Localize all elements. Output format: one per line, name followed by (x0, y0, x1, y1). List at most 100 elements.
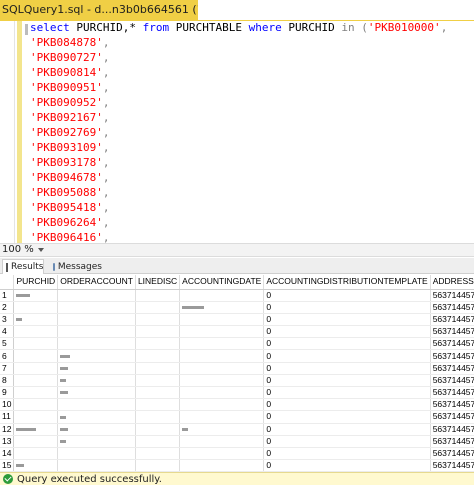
grid-cell-redacted[interactable] (57, 423, 136, 436)
grid-cell[interactable]: 0 (263, 459, 431, 472)
row-number[interactable]: 4 (0, 325, 15, 339)
grid-cell-redacted[interactable] (135, 423, 181, 436)
grid-cell[interactable]: 0 (263, 313, 431, 327)
grid-cell[interactable]: 0 (263, 435, 431, 448)
grid-cell-redacted[interactable] (135, 459, 181, 472)
column-header[interactable]: ACCOUNTINGDATE (179, 275, 265, 290)
grid-cell-redacted[interactable] (179, 386, 265, 400)
grid-cell-redacted[interactable] (179, 349, 265, 363)
grid-cell-redacted[interactable] (57, 398, 136, 412)
row-number[interactable]: 2 (0, 301, 15, 314)
grid-cell-redacted[interactable] (13, 349, 59, 363)
grid-cell-redacted[interactable] (179, 435, 265, 448)
grid-cell-redacted[interactable] (57, 337, 136, 351)
grid-cell-redacted[interactable] (135, 362, 181, 375)
grid-cell-redacted[interactable] (57, 459, 136, 472)
grid-cell[interactable]: 0 (263, 423, 431, 436)
row-number[interactable]: 12 (0, 423, 15, 436)
grid-cell-redacted[interactable] (57, 410, 136, 424)
row-number[interactable]: 15 (0, 459, 15, 472)
column-header[interactable]: ACCOUNTINGDISTRIBUTIONTEMPLATE (263, 275, 431, 290)
column-header[interactable]: LINEDISC (135, 275, 181, 290)
table-row[interactable]: 7 05637144578 (0, 362, 474, 375)
table-row[interactable]: 6 05637144578 (0, 349, 474, 363)
grid-cell-redacted[interactable] (135, 325, 181, 339)
grid-cell-redacted[interactable] (179, 337, 265, 351)
grid-cell-redacted[interactable] (13, 410, 59, 424)
grid-cell-redacted[interactable] (57, 301, 136, 314)
column-header[interactable]: ADDRESSREFRECID (430, 275, 474, 290)
grid-cell-redacted[interactable] (179, 410, 265, 424)
row-number[interactable]: 5 (0, 337, 15, 351)
grid-cell[interactable]: 5637144578 (430, 374, 474, 388)
grid-cell-redacted[interactable] (179, 374, 265, 388)
chevron-down-icon[interactable] (38, 248, 44, 252)
table-row[interactable]: 10 05637144578 (0, 398, 474, 412)
grid-cell[interactable]: 0 (263, 410, 431, 424)
grid-cell-redacted[interactable] (57, 349, 136, 363)
grid-cell[interactable]: 5637144578 (430, 349, 474, 363)
grid-cell-redacted[interactable] (179, 362, 265, 375)
grid-cell[interactable]: 5637144578 (430, 313, 474, 327)
grid-cell-redacted[interactable] (13, 386, 59, 400)
grid-cell-redacted[interactable] (57, 447, 136, 461)
grid-cell[interactable]: 5637144578 (430, 423, 474, 436)
table-row[interactable]: 11 05637144578 (0, 410, 474, 424)
grid-cell-redacted[interactable] (179, 398, 265, 412)
code-area[interactable]: select PURCHID,* from PURCHTABLE where P… (30, 21, 447, 243)
grid-cell-redacted[interactable] (135, 289, 181, 302)
table-row[interactable]: 14 05637144578 (0, 447, 474, 461)
grid-cell[interactable]: 5637144578 (430, 289, 474, 302)
table-row[interactable]: 9 05637144578 (0, 386, 474, 400)
grid-cell-redacted[interactable] (135, 337, 181, 351)
grid-cell[interactable]: 0 (263, 289, 431, 302)
grid-cell-redacted[interactable] (135, 386, 181, 400)
column-header[interactable]: PURCHID (13, 275, 59, 290)
column-header[interactable]: ORDERACCOUNT (57, 275, 136, 290)
document-tab[interactable]: SQLQuery1.sql - d...n3b0b664561 (132))* (0, 0, 198, 20)
grid-cell-redacted[interactable] (57, 386, 136, 400)
grid-cell[interactable]: 5637144578 (430, 301, 474, 314)
grid-cell-redacted[interactable] (13, 374, 59, 388)
grid-cell[interactable]: 5637144578 (430, 337, 474, 351)
grid-cell-redacted[interactable] (57, 313, 136, 327)
grid-cell-redacted[interactable] (135, 301, 181, 314)
row-number[interactable]: 8 (0, 374, 15, 388)
grid-cell-redacted[interactable] (135, 374, 181, 388)
table-row[interactable]: 8 05637144578 (0, 374, 474, 388)
grid-cell[interactable]: 5637144578 (430, 410, 474, 424)
grid-cell[interactable]: 5637144578 (430, 459, 474, 472)
grid-cell-redacted[interactable] (57, 374, 136, 388)
table-row[interactable]: 15 05637144578 (0, 459, 474, 472)
grid-cell[interactable]: 0 (263, 374, 431, 388)
grid-cell-redacted[interactable] (13, 301, 59, 314)
query-editor[interactable]: select PURCHID,* from PURCHTABLE where P… (0, 21, 474, 243)
table-row[interactable]: 1 05637144578 (0, 289, 474, 302)
grid-cell-redacted[interactable] (13, 435, 59, 448)
grid-cell-redacted[interactable] (57, 289, 136, 302)
grid-cell-redacted[interactable] (179, 325, 265, 339)
row-number[interactable]: 14 (0, 447, 15, 461)
tab-results[interactable]: Results (2, 259, 44, 274)
grid-cell-redacted[interactable] (57, 435, 136, 448)
grid-cell-redacted[interactable] (135, 349, 181, 363)
grid-cell-redacted[interactable] (57, 325, 136, 339)
grid-cell-redacted[interactable] (13, 337, 59, 351)
grid-cell[interactable]: 0 (263, 337, 431, 351)
grid-cell-redacted[interactable] (57, 362, 136, 375)
grid-cell-redacted[interactable] (13, 423, 59, 436)
tab-messages[interactable]: Messages (50, 259, 102, 274)
grid-cell[interactable]: 0 (263, 325, 431, 339)
table-row[interactable]: 12 05637144578 (0, 423, 474, 436)
results-grid[interactable]: PURCHID ORDERACCOUNT LINEDISC ACCOUNTING… (0, 275, 474, 472)
row-number[interactable]: 7 (0, 362, 15, 375)
row-number[interactable]: 10 (0, 398, 15, 412)
grid-cell-redacted[interactable] (135, 313, 181, 327)
row-number-header[interactable] (0, 275, 15, 290)
grid-cell-redacted[interactable] (13, 313, 59, 327)
grid-cell-redacted[interactable] (135, 398, 181, 412)
table-row[interactable]: 3 05637144578 (0, 313, 474, 327)
grid-cell-redacted[interactable] (179, 301, 265, 314)
row-number[interactable]: 9 (0, 386, 15, 400)
grid-cell-redacted[interactable] (13, 459, 59, 472)
